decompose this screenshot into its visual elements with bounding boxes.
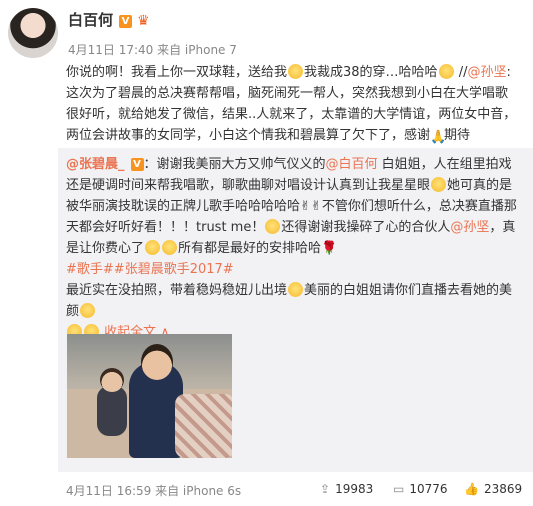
repost-meta: 4月11日 16:59 来自 iPhone 6s <box>66 484 242 498</box>
smile-emoji-icon <box>288 64 304 79</box>
laugh-emoji-icon <box>438 64 454 79</box>
cry-emoji-icon <box>145 240 161 255</box>
like-count-value: 23869 <box>483 482 523 496</box>
repost-text: @张碧晨_ V ：谢谢我美丽大方又帅气仪义的@白百何 白姐姐，人在组里拍戏还是硬调时… <box>66 154 524 343</box>
verified-badge-icon: V <box>119 15 133 28</box>
post-text-1: 你说的啊！我看上你一双球鞋，送给我 <box>66 65 288 80</box>
smile-emoji-icon-3 <box>80 303 96 318</box>
author-avatar[interactable] <box>8 8 58 58</box>
mention-baibaihe[interactable]: @白百何 <box>326 157 378 172</box>
photo-woman-head <box>141 344 173 380</box>
repost-icon: ⇪ <box>320 482 331 496</box>
star-eyes-emoji-icon <box>431 177 447 192</box>
photo-pillow <box>175 394 232 458</box>
repost-line-1: ：谢谢我美丽大方又帅气仪义的 <box>143 157 326 172</box>
post-author[interactable]: 白百何 V ♛ <box>68 9 150 30</box>
like-icon: 👍 <box>464 482 479 496</box>
smile-emoji-icon-2 <box>288 282 304 297</box>
comment-count[interactable]: ▭ 10776 <box>393 482 448 496</box>
repost-line-8: 最近实在没拍照，带着稳妈稳妞儿出境 <box>66 283 288 298</box>
repost-line-7: 所有都是最好的安排哈哈 <box>178 241 322 256</box>
mention-sunjian[interactable]: @孙坚 <box>467 65 506 80</box>
grin-emoji-icon <box>265 219 281 234</box>
repost-count-value: 19983 <box>335 482 374 496</box>
crown-icon: ♛ <box>137 13 150 29</box>
victory-hand-icon: ✌✌ <box>300 199 322 214</box>
rose-icon: 🌹 <box>321 241 338 256</box>
repost-verified-badge-icon: V <box>130 158 144 171</box>
post-text-3: // <box>454 65 468 80</box>
pray-emoji-icon: 🙏 <box>430 130 447 145</box>
mention-sunjian-2[interactable]: @孙坚 <box>450 220 489 235</box>
post-text-5: 期待 <box>444 128 471 143</box>
comment-count-value: 10776 <box>409 482 448 496</box>
repost-line-5: 还得谢谢我操碎了心的合伙人 <box>281 220 451 235</box>
post-meta: 4月11日 17:40 来自 iPhone 7 <box>68 43 237 57</box>
photo-child-head <box>100 368 124 392</box>
repost-card: @张碧晨_ V ：谢谢我美丽大方又帅气仪义的@白百何 白姐姐，人在组里拍戏还是硬调时… <box>58 148 533 472</box>
photo-child <box>97 386 127 436</box>
repost-count[interactable]: ⇪ 19983 <box>320 482 373 496</box>
like-count[interactable]: 👍 23869 <box>464 482 522 496</box>
post-author-name[interactable]: 白百何 <box>68 11 113 29</box>
tears-emoji-icon <box>162 240 178 255</box>
repost-author[interactable]: @张碧晨_ <box>66 157 125 172</box>
hashtag-singer[interactable]: #歌手# <box>66 262 114 277</box>
post-text: 你说的啊！我看上你一双球鞋，送给我 我裁成38的穿…哈哈哈 //@孙坚:这次为了碧… <box>66 62 518 146</box>
repost-photo[interactable] <box>67 334 232 458</box>
hashtag-zhangbichen[interactable]: #张碧晨歌手2017# <box>114 262 234 277</box>
post-text-2: 我裁成38的穿…哈哈哈 <box>304 65 438 80</box>
comment-icon: ▭ <box>393 482 405 496</box>
